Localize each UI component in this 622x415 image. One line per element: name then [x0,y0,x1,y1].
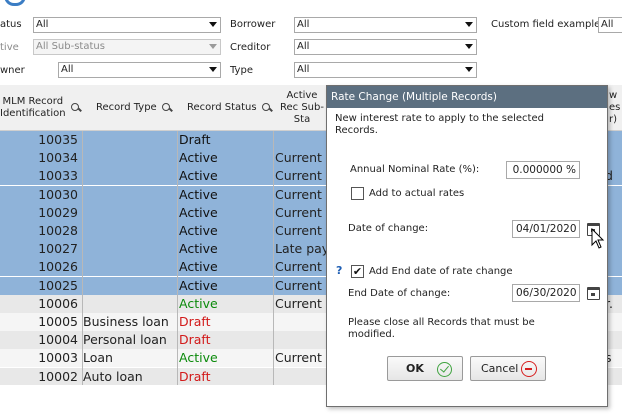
add-actual-rates-checkbox[interactable] [351,187,364,200]
record-status-cell: Active [179,186,218,202]
chevron-down-icon [209,22,217,27]
record-status-cell: Active [179,241,218,257]
record-id-cell: 10006 [38,295,78,311]
status-filter-label: atus [0,19,22,30]
app-logo-icon [4,0,26,6]
record-id-cell: 10005 [38,314,78,329]
type-filter-select[interactable]: All [294,62,477,78]
substatus-filter-select[interactable]: All Sub-status [33,39,221,55]
record-id-cell: 10030 [38,186,78,202]
add-end-date-label: Add End date of rate change [369,266,513,277]
chevron-down-icon [465,44,473,49]
record-id-cell: 10034 [38,150,78,166]
record-status-cell: Draft [179,314,211,329]
calendar-icon[interactable] [587,287,600,300]
dialog-intro-text: New interest rate to apply to the select… [335,113,544,136]
date-of-change-input[interactable]: 04/01/2020 [512,220,580,238]
creditor-filter-label: Creditor [230,42,271,53]
mouse-cursor-icon [591,228,605,249]
record-id-cell: 10035 [38,132,78,147]
owner-filter-label: wner [0,65,25,76]
owner-filter-select[interactable]: All [58,62,221,78]
record-type-cell: Auto loan [83,368,143,384]
substatus-filter-label: tive [0,42,19,53]
date-of-change-label: Date of change: [348,223,429,234]
end-date-input[interactable]: 06/30/2020 [512,284,580,302]
record-status-cell: Active [179,168,218,184]
grid-bottom-area [0,385,326,415]
checkmark-icon [437,362,452,377]
record-status-cell: Active [179,223,218,238]
ok-button[interactable]: OK [387,356,463,381]
search-icon[interactable] [161,102,173,114]
record-id-cell: 10026 [38,259,78,275]
record-type-cell [83,149,176,167]
dialog-title[interactable]: Rate Change (Multiple Records) [327,86,607,108]
record-type-cell [83,204,176,222]
creditor-filter-select[interactable]: All [294,39,477,55]
record-status-cell: Draft [179,132,211,147]
search-icon[interactable] [261,102,273,114]
record-type-cell [83,131,176,149]
column-header-record-status[interactable]: Record Status [187,85,277,131]
column-divider [82,131,83,385]
record-type-cell [83,258,176,276]
record-id-cell: 10027 [38,241,78,257]
record-status-cell: Active [179,204,218,220]
record-type-cell [83,240,176,258]
record-type-cell [83,167,176,185]
column-header-record-type[interactable]: Record Type [96,85,181,131]
chevron-down-icon [209,67,217,72]
record-status-cell: Active [179,295,218,311]
custom-field-filter-select[interactable]: All [598,17,622,33]
record-type-cell: Loan [83,350,113,366]
close-records-note: Please close all Records that must be mo… [348,317,535,340]
rate-change-dialog: Rate Change (Multiple Records) New inter… [326,85,608,407]
record-type-cell [83,186,176,204]
record-id-cell: 10028 [38,223,78,238]
record-status-cell: Active [179,259,218,275]
status-filter-select[interactable]: All [33,17,221,33]
search-icon[interactable] [70,102,80,114]
record-type-cell [83,295,176,313]
borrower-filter-label: Borrower [230,19,276,30]
end-date-label: End Date of change: [348,288,451,299]
record-status-cell: Draft [179,332,211,348]
help-icon[interactable]: ? [336,264,342,277]
cancel-button[interactable]: Cancel [470,356,546,381]
record-status-cell: Active [179,150,218,166]
annual-rate-input[interactable]: 0.000000 % [506,161,580,179]
borrower-filter-select[interactable]: All [294,17,477,33]
minus-circle-icon [521,361,537,377]
column-divider [177,131,178,385]
custom-field-filter-label: Custom field example [491,19,601,30]
chevron-down-icon [465,67,473,72]
record-type-cell: Business loan [83,314,169,329]
record-status-cell: Draft [179,368,211,384]
record-status-cell: Active [179,350,218,366]
chevron-down-icon [209,44,217,49]
rate-label: Annual Nominal Rate (%): [350,164,480,175]
record-type-cell [83,277,176,295]
record-id-cell: 10004 [38,332,78,348]
record-type-cell [83,222,176,240]
column-header-mlm-id[interactable]: MLM Record Identification [0,85,80,131]
record-status-cell: Active [179,277,218,293]
column-header-extra: w es r) [609,90,621,125]
column-header-active-sub[interactable]: Active Rec Sub-Sta [276,85,328,131]
record-id-cell: 10002 [38,368,78,384]
record-id-cell: 10033 [38,168,78,184]
record-id-cell: 10029 [38,204,78,220]
column-divider [273,131,274,385]
record-id-cell: 10025 [38,277,78,293]
add-actual-rates-label: Add to actual rates [369,188,465,199]
record-type-cell: Personal loan [83,332,167,348]
add-end-date-checkbox[interactable]: ✔ [351,265,364,278]
type-filter-label: Type [230,65,253,76]
record-id-cell: 10003 [38,350,78,366]
chevron-down-icon [465,22,473,27]
